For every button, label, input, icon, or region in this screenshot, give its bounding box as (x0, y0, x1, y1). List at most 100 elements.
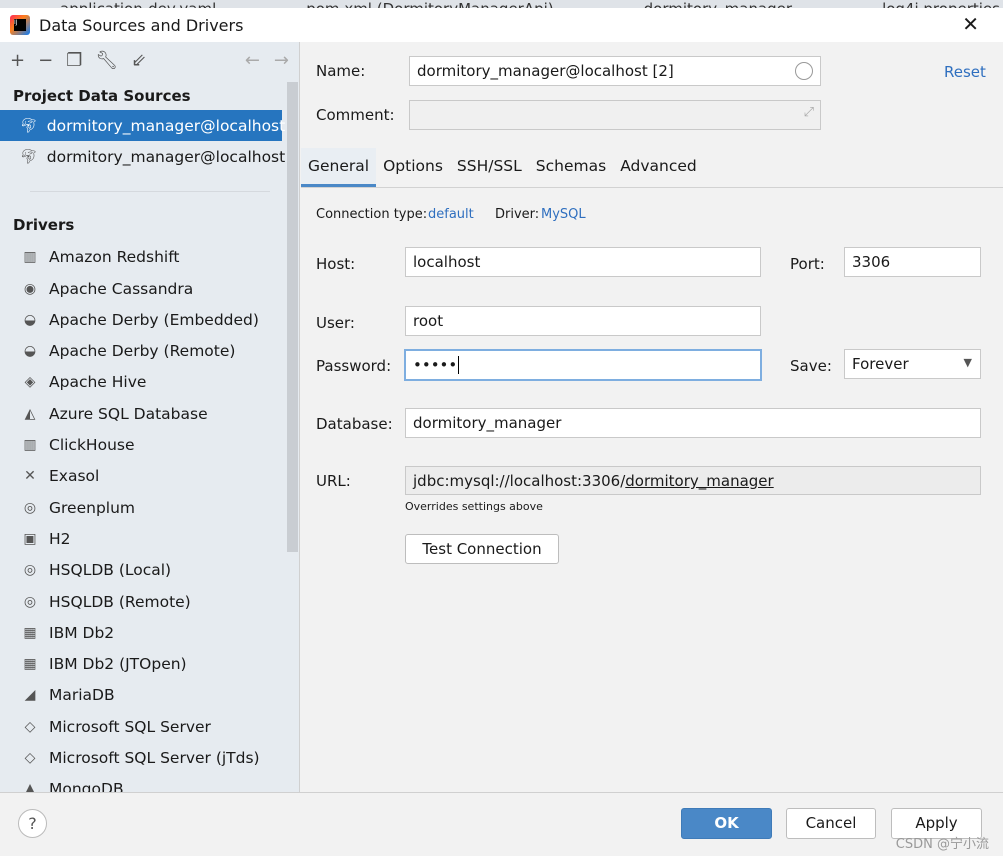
driver-item[interactable]: ▦ IBM Db2 (0, 617, 282, 648)
ok-button[interactable]: OK (681, 808, 772, 839)
driver-item[interactable]: ▥ Amazon Redshift (0, 242, 282, 273)
driver-item[interactable]: ▲ MongoDB (0, 774, 282, 792)
drivers-heading: Drivers (13, 215, 75, 234)
driver-item[interactable]: ◎ Greenplum (0, 492, 282, 523)
status-circle-icon (795, 62, 813, 80)
sidebar: + − ❐ 🔧︎ ⇙ ← → Project Data Sources 🐬︎ dor… (0, 42, 300, 792)
driver-label: MariaDB (49, 686, 115, 705)
duplicate-icon[interactable]: ❐ (66, 50, 82, 71)
driver-link[interactable]: MySQL (541, 207, 586, 222)
driver-item[interactable]: ◇ Microsoft SQL Server (0, 711, 282, 742)
url-hint: Overrides settings above (405, 500, 543, 513)
host-input[interactable]: localhost (405, 247, 761, 277)
sidebar-scrollbar[interactable] (287, 82, 298, 552)
driver-item[interactable]: ◒ Apache Derby (Remote) (0, 335, 282, 366)
driver-item[interactable]: ▥ ClickHouse (0, 429, 282, 460)
divider (30, 190, 270, 192)
reset-link[interactable]: Reset (944, 63, 986, 81)
driver-icon: ◎ (23, 499, 37, 516)
driver-icon: ◢ (24, 687, 36, 704)
driver-item[interactable]: ◈ Apache Hive (0, 367, 282, 398)
tab-advanced[interactable]: Advanced (613, 148, 704, 187)
name-input[interactable]: dormitory_manager@localhost [2] (409, 56, 821, 86)
back-arrow-icon[interactable]: ← (245, 50, 260, 71)
mysql-dolphin-icon: 🐬︎ (20, 117, 38, 134)
password-input[interactable]: ••••• (404, 349, 762, 381)
driver-icon: ▲ (24, 781, 36, 792)
driver-item[interactable]: ✕ Exasol (0, 461, 282, 492)
driver-icon: ◒ (23, 311, 37, 328)
import-icon[interactable]: ⇙ (131, 50, 146, 71)
user-label: User: (316, 314, 355, 332)
port-input[interactable]: 3306 (844, 247, 981, 277)
intellij-logo-icon: IJ (10, 15, 30, 35)
user-input[interactable]: root (405, 306, 761, 336)
driver-label: Azure SQL Database (49, 404, 208, 423)
password-label: Password: (316, 357, 392, 375)
driver-label: Microsoft SQL Server (49, 717, 211, 736)
remove-icon[interactable]: − (38, 50, 53, 71)
url-prefix: jdbc:mysql://localhost:3306/ (413, 472, 626, 490)
test-connection-button[interactable]: Test Connection (405, 534, 559, 564)
database-label: Database: (316, 415, 393, 433)
url-database: dormitory_manager (625, 472, 774, 490)
tab-general[interactable]: General (301, 148, 377, 187)
wrench-icon[interactable]: 🔧︎ (95, 50, 118, 71)
driver-icon: ◈ (24, 374, 36, 391)
driver-item[interactable]: ◒ Apache Derby (Embedded) (0, 304, 282, 335)
port-label: Port: (790, 255, 825, 273)
driver-item[interactable]: ◎ HSQLDB (Local) (0, 555, 282, 586)
driver-label: IBM Db2 (JTOpen) (49, 655, 187, 674)
driver-icon: ✕ (24, 468, 36, 485)
driver-icon: ▦ (23, 624, 37, 641)
url-label: URL: (316, 472, 351, 490)
save-value: Forever (852, 355, 909, 373)
driver-icon: ◇ (24, 718, 36, 735)
close-icon[interactable]: ✕ (962, 12, 979, 36)
save-label: Save: (790, 357, 832, 375)
driver-label: Amazon Redshift (49, 248, 180, 267)
driver-item[interactable]: ◭ Azure SQL Database (0, 398, 282, 429)
name-value: dormitory_manager@localhost [2] (417, 62, 674, 80)
driver-item[interactable]: ◎ HSQLDB (Remote) (0, 586, 282, 617)
background-editor-tabs: application-dev.yamlpom.xml (DormitoryMa… (0, 0, 1003, 8)
driver-label: Apache Derby (Embedded) (49, 310, 259, 329)
driver-item[interactable]: ◉ Apache Cassandra (0, 273, 282, 304)
data-source-item[interactable]: 🐬︎ dormitory_manager@localhost (0, 110, 285, 142)
driver-label: Microsoft SQL Server (jTds) (49, 748, 260, 767)
tab-schemas[interactable]: Schemas (529, 148, 613, 187)
driver-item[interactable]: ◢ MariaDB (0, 680, 282, 711)
connection-type-link[interactable]: default (428, 207, 474, 222)
save-select[interactable]: Forever ▼ (844, 349, 981, 379)
host-label: Host: (316, 255, 356, 273)
driver-item[interactable]: ◇ Microsoft SQL Server (jTds) (0, 742, 282, 773)
comment-label: Comment: (316, 106, 395, 124)
project-data-sources-heading: Project Data Sources (13, 87, 191, 105)
add-icon[interactable]: + (10, 50, 25, 71)
expand-icon[interactable]: ⤢ (804, 105, 814, 120)
driver-label: Apache Cassandra (49, 279, 194, 298)
driver-label: H2 (49, 529, 71, 548)
tab-options[interactable]: Options (376, 148, 450, 187)
forward-arrow-icon[interactable]: → (274, 50, 289, 71)
url-input[interactable]: jdbc:mysql://localhost:3306/dormitory_ma… (405, 466, 981, 495)
driver-icon: ◒ (23, 343, 37, 360)
driver-item[interactable]: ▣ H2 (0, 523, 282, 554)
data-source-label: dormitory_manager@localhost (46, 147, 286, 166)
tab-ssh-ssl[interactable]: SSH/SSL (450, 148, 529, 187)
name-label: Name: (316, 62, 366, 80)
driver-label: Apache Derby (Remote) (49, 342, 236, 361)
database-input[interactable]: dormitory_manager (405, 408, 981, 438)
bg-tab: pom.xml (DormitoryManagerApi) (246, 0, 583, 8)
comment-input[interactable]: ⤢ (409, 100, 821, 130)
driver-item[interactable]: ▦ IBM Db2 (JTOpen) (0, 648, 282, 679)
data-source-item[interactable]: 🐬︎ dormitory_manager@localhost (0, 141, 286, 172)
connection-type-label: Connection type: (316, 207, 428, 222)
help-button[interactable]: ? (18, 809, 47, 838)
cancel-button[interactable]: Cancel (786, 808, 876, 839)
bg-tab: log4j.properties (822, 0, 1003, 8)
bg-tab: dormitory_manager (584, 0, 822, 8)
driver-label: HSQLDB (Local) (49, 561, 172, 580)
password-value: ••••• (413, 356, 458, 374)
driver-label: IBM Db2 (49, 623, 115, 642)
